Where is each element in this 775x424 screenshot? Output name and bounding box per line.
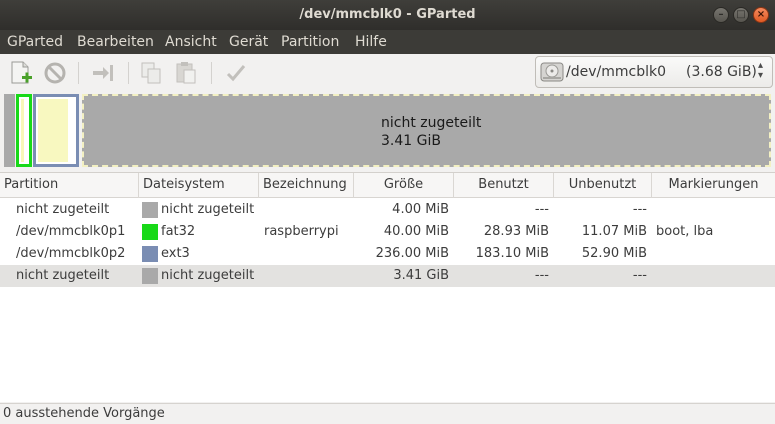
cell-unused: 11.07 MiB: [581, 224, 647, 239]
visual-unallocated-large[interactable]: nicht zugeteilt 3.41 GiB: [82, 94, 771, 167]
header-markierungen[interactable]: Markierungen: [652, 173, 775, 198]
device-name: /dev/mmcblk0: [566, 64, 666, 80]
header-partition[interactable]: Partition: [0, 173, 139, 198]
fs-color-swatch: [142, 202, 158, 218]
toolbar-separator: [78, 62, 79, 84]
copy-icon: [141, 62, 161, 84]
prohibited-icon: [44, 62, 66, 84]
maximize-icon: □: [736, 9, 746, 20]
cell-unused: ---: [632, 202, 647, 217]
used-space-fill: [21, 99, 24, 162]
minimize-button[interactable]: –: [713, 7, 729, 23]
harddisk-icon: [540, 62, 564, 82]
cell-partition: nicht zugeteilt: [16, 268, 110, 283]
toolbar-separator: [128, 62, 129, 84]
menu-ansicht[interactable]: Ansicht: [165, 34, 217, 50]
cell-unused: ---: [632, 268, 647, 283]
delete-button[interactable]: [42, 60, 68, 86]
menu-partition[interactable]: Partition: [281, 34, 339, 50]
window-title: /dev/mmcblk0 - GParted: [299, 7, 476, 22]
status-bar: 0 ausstehende Vorgänge: [0, 403, 775, 424]
paste-icon: [176, 62, 196, 84]
table-header: Partition Dateisystem Bezeichnung Größe …: [0, 173, 775, 198]
cell-flags: boot, lba: [656, 224, 714, 239]
header-groesse[interactable]: Größe: [354, 173, 454, 198]
cell-filesystem: fat32: [161, 224, 196, 239]
visual-unallocated-small[interactable]: [4, 94, 15, 167]
cell-size: 3.41 GiB: [393, 268, 449, 283]
table-row[interactable]: /dev/mmcblk0p1 fat32 raspberrypi 40.00 M…: [0, 221, 775, 243]
header-benutzt[interactable]: Benutzt: [454, 173, 554, 198]
header-dateisystem[interactable]: Dateisystem: [139, 173, 259, 198]
copy-button[interactable]: [139, 60, 165, 86]
cell-partition: /dev/mmcblk0p1: [16, 224, 126, 239]
device-size: (3.68 GiB): [686, 64, 757, 80]
paste-button[interactable]: [173, 60, 199, 86]
device-selector[interactable]: /dev/mmcblk0 (3.68 GiB) ▴ ▾: [535, 56, 773, 88]
cell-used: ---: [534, 202, 549, 217]
toolbar-separator: [211, 62, 212, 84]
close-icon: ×: [756, 9, 766, 20]
cell-used: ---: [534, 268, 549, 283]
close-button[interactable]: ×: [753, 7, 769, 23]
table-row[interactable]: nicht zugeteilt nicht zugeteilt 4.00 MiB…: [0, 199, 775, 221]
menu-gparted[interactable]: GParted: [7, 34, 63, 50]
used-space-fill: [38, 99, 68, 162]
visual-partition-ext3[interactable]: [33, 94, 79, 167]
new-partition-button[interactable]: [8, 60, 34, 86]
menu-bearbeiten[interactable]: Bearbeiten: [77, 34, 154, 50]
minimize-icon: –: [718, 9, 724, 20]
menu-geraet[interactable]: Gerät: [229, 34, 268, 50]
partition-table: Partition Dateisystem Bezeichnung Größe …: [0, 172, 775, 402]
cell-partition: nicht zugeteilt: [16, 202, 110, 217]
cell-filesystem: nicht zugeteilt: [161, 202, 255, 217]
visual-partition-fat32[interactable]: [16, 94, 32, 167]
pending-operations-text: 0 ausstehende Vorgänge: [3, 406, 165, 421]
maximize-button[interactable]: □: [733, 7, 749, 23]
cell-partition: /dev/mmcblk0p2: [16, 246, 126, 261]
table-row[interactable]: /dev/mmcblk0p2 ext3 236.00 MiB 183.10 Mi…: [0, 243, 775, 265]
menu-bar: GParted Bearbeiten Ansicht Gerät Partiti…: [0, 30, 775, 54]
cell-used: 183.10 MiB: [475, 246, 549, 261]
cell-filesystem: ext3: [161, 246, 190, 261]
partition-visual-bar: nicht zugeteilt 3.41 GiB: [4, 94, 771, 169]
gparted-window: /dev/mmcblk0 - GParted – □ × GParted Bea…: [0, 0, 775, 424]
fs-color-swatch: [142, 246, 158, 262]
checkmark-icon: [226, 65, 246, 82]
menu-hilfe[interactable]: Hilfe: [355, 34, 387, 50]
fs-color-swatch: [142, 224, 158, 240]
visual-size: 3.41 GiB: [381, 133, 441, 149]
apply-button[interactable]: [223, 60, 249, 86]
cell-size: 236.00 MiB: [375, 246, 449, 261]
cell-size: 40.00 MiB: [383, 224, 449, 239]
cell-used: 28.93 MiB: [483, 224, 549, 239]
new-document-icon: [11, 61, 32, 84]
title-bar[interactable]: /dev/mmcblk0 - GParted – □ ×: [0, 0, 775, 30]
table-row-selected[interactable]: nicht zugeteilt nicht zugeteilt 3.41 GiB…: [0, 265, 775, 287]
spinner-arrows-icon: ▴ ▾: [758, 60, 764, 81]
visual-label: nicht zugeteilt: [381, 115, 482, 131]
cell-label: raspberrypi: [264, 224, 339, 239]
cell-size: 4.00 MiB: [392, 202, 449, 217]
resize-move-button[interactable]: [90, 60, 116, 86]
cell-unused: 52.90 MiB: [581, 246, 647, 261]
cell-filesystem: nicht zugeteilt: [161, 268, 255, 283]
fs-color-swatch: [142, 268, 158, 284]
resize-icon: [93, 65, 113, 81]
header-unbenutzt[interactable]: Unbenutzt: [554, 173, 652, 198]
header-bezeichnung[interactable]: Bezeichnung: [259, 173, 354, 198]
